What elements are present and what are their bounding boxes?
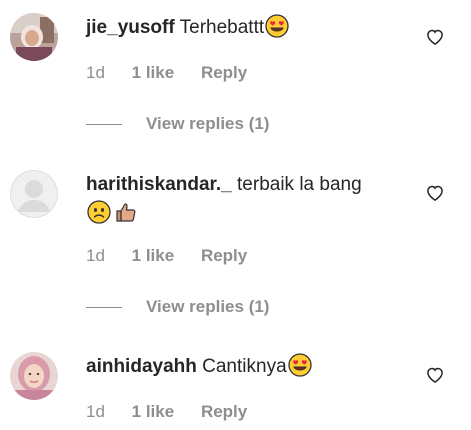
replies-divider-line — [86, 124, 122, 126]
comment-body: jie_yusoff Terhebattt — [86, 14, 289, 47]
comment-likes[interactable]: 1 like — [132, 246, 175, 265]
comment-time: 1d — [86, 402, 105, 421]
reply-button[interactable]: Reply — [201, 246, 247, 265]
comment-meta: 1d 1 like Reply — [86, 402, 269, 422]
avatar-photo-icon — [10, 352, 58, 400]
comment-username[interactable]: harithiskandar._ — [86, 174, 232, 195]
comment-likes[interactable]: 1 like — [132, 402, 175, 421]
view-replies-label: View replies (1) — [146, 297, 270, 316]
comment-body: ainhidayahh Cantiknya — [86, 353, 312, 386]
avatar[interactable] — [10, 13, 58, 61]
comment-username[interactable]: ainhidayahh — [86, 356, 197, 377]
thumbs-up-emoji-icon — [114, 200, 138, 229]
avatar[interactable] — [10, 170, 58, 218]
like-heart-icon[interactable] — [425, 183, 445, 203]
comment-text: Cantiknya — [202, 356, 287, 377]
avatar-photo-icon — [10, 13, 58, 61]
default-avatar-icon — [10, 170, 58, 218]
comment-time: 1d — [86, 246, 105, 265]
reply-button[interactable]: Reply — [201, 63, 247, 82]
comment-meta: 1d 1 like Reply — [86, 63, 269, 83]
comment-time: 1d — [86, 63, 105, 82]
reply-button[interactable]: Reply — [201, 402, 247, 421]
slightly-frowning-face-emoji-icon — [87, 200, 111, 229]
comment-emoji-line — [86, 200, 138, 229]
comment-meta: 1d 1 like Reply — [86, 246, 269, 266]
comment-username[interactable]: jie_yusoff — [86, 17, 175, 38]
replies-divider-line — [86, 307, 122, 309]
view-replies-button[interactable]: View replies (1) — [86, 114, 269, 134]
view-replies-button[interactable]: View replies (1) — [86, 297, 269, 317]
heart-eyes-emoji-icon — [265, 14, 289, 47]
comment-body: harithiskandar._ terbaik la bang — [86, 171, 362, 199]
comment-text: Terhebattt — [179, 17, 265, 38]
comment-likes[interactable]: 1 like — [132, 63, 175, 82]
like-heart-icon[interactable] — [425, 365, 445, 385]
view-replies-label: View replies (1) — [146, 114, 270, 133]
heart-eyes-emoji-icon — [287, 353, 312, 386]
comment-text: terbaik la bang — [237, 174, 362, 195]
avatar[interactable] — [10, 352, 58, 400]
like-heart-icon[interactable] — [425, 27, 445, 47]
